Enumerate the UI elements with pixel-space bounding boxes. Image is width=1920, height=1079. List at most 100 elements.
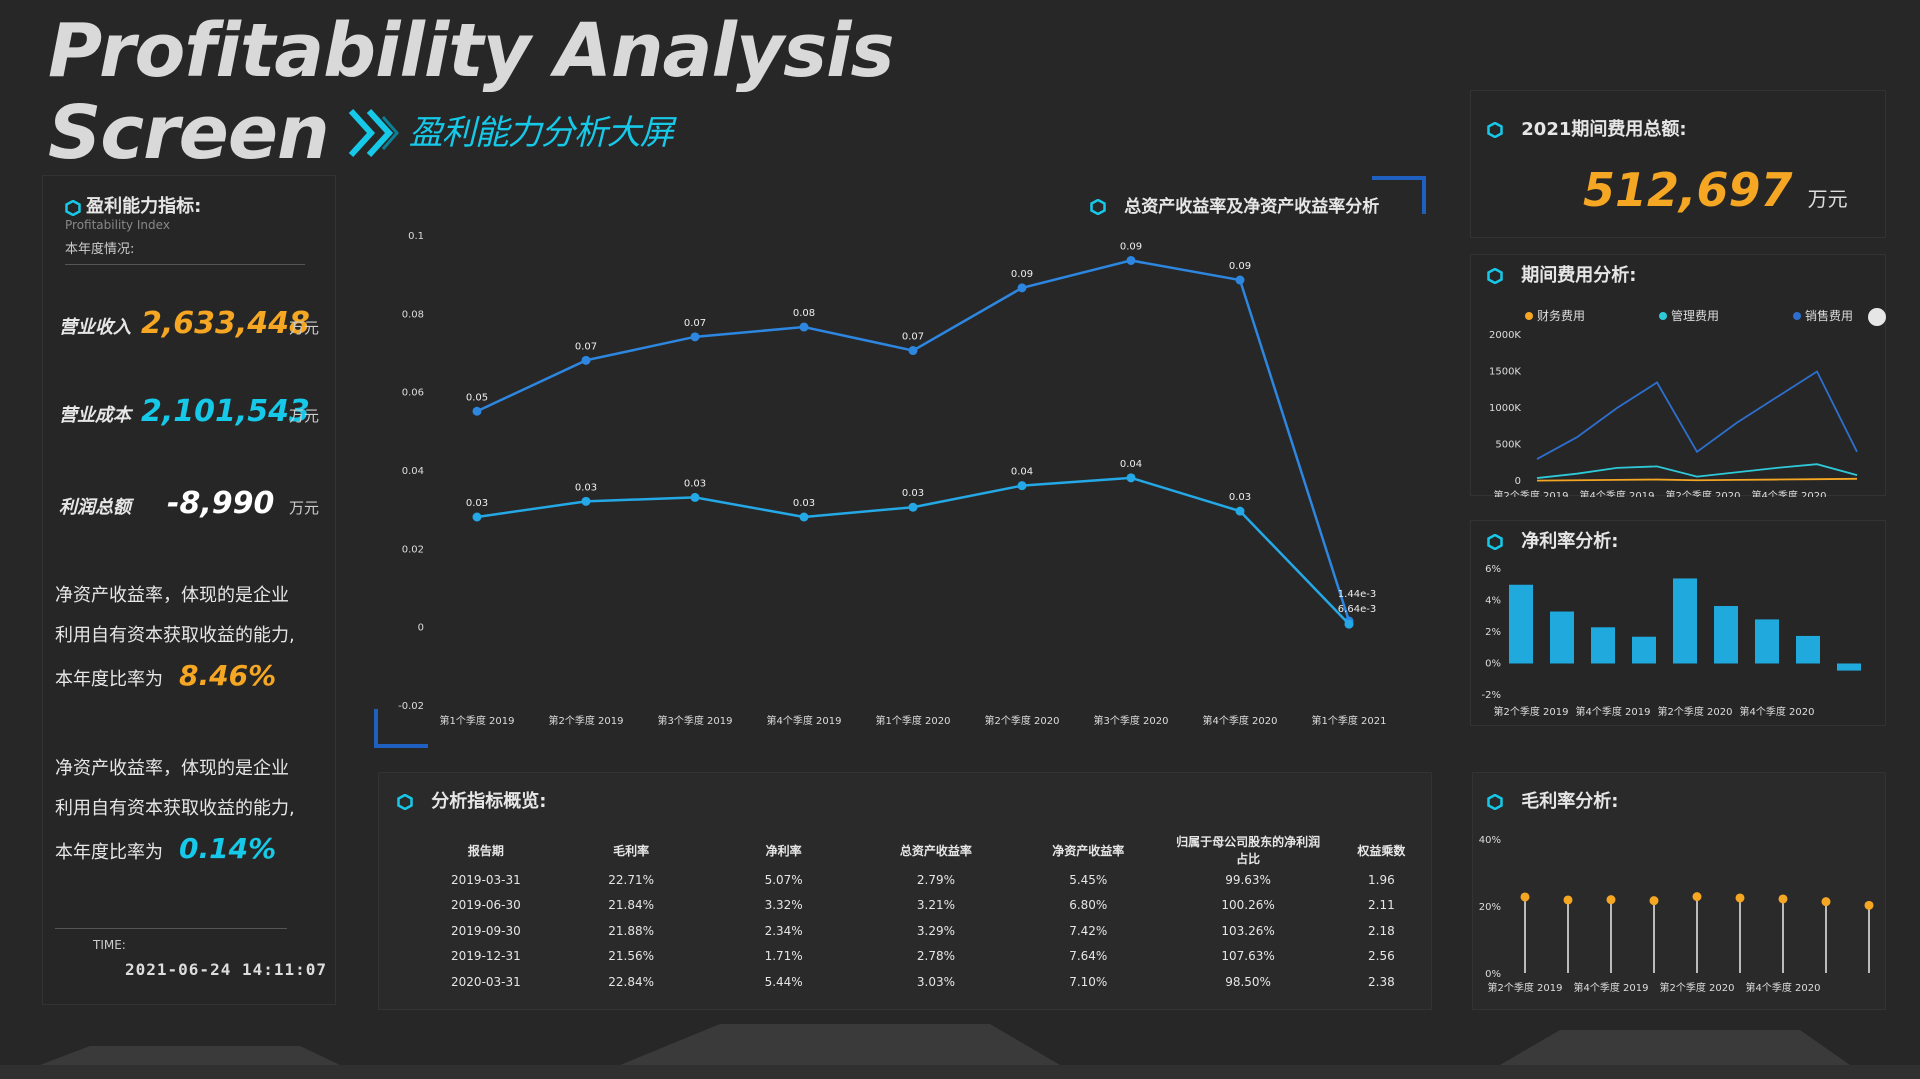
para-line: 净资产收益率，体现的是企业 (55, 758, 289, 779)
x-tick-label: 第4个季度 2019 (767, 714, 842, 727)
data-point (1344, 619, 1354, 629)
table-header-cell: 毛利率 (613, 843, 650, 858)
data-label: 0.07 (684, 318, 706, 329)
net-margin-panel: 净利率分析: 6% 4% 2% 0% -2% 第2个季度 2019 第4个季度 2019 第2… (1470, 520, 1886, 726)
data-label: 0.05 (466, 392, 488, 403)
subtitle-en: Profitability Index (65, 218, 170, 232)
table-cell: 3.21% (916, 898, 955, 913)
lollipop-point (1692, 892, 1702, 902)
data-label: 6.64e-3 (1338, 604, 1376, 615)
table-header-cell: 权益乘数 (1357, 843, 1406, 858)
divider (65, 264, 305, 265)
y-tick-label: 0% (1485, 969, 1501, 980)
bar (1796, 635, 1820, 664)
lollipop-point (1821, 897, 1831, 907)
lollipop-point (1649, 896, 1659, 906)
table-cell: 1.96 (1368, 872, 1395, 887)
hexagon-icon (397, 794, 413, 810)
x-tick-label: 第2个季度 2019 (1494, 705, 1569, 718)
panel-title: 盈利能力指标: (86, 196, 202, 217)
y-tick-label: 20% (1479, 902, 1501, 913)
table-cell: 2.79% (916, 872, 955, 887)
data-label: 0.09 (1011, 269, 1033, 280)
data-point (690, 332, 700, 342)
table-cell: 3.29% (916, 923, 955, 938)
data-label: 0.04 (1011, 467, 1033, 478)
table-cell: 21.88% (608, 923, 655, 938)
legend-label: 财务费用 (1537, 308, 1585, 323)
bar (1591, 627, 1615, 664)
hexagon-icon (1487, 122, 1503, 138)
series-line (476, 476, 1350, 626)
y-tick-label: 0.04 (402, 466, 424, 477)
table-cell: 6.80% (1069, 898, 1108, 913)
bar (1837, 663, 1861, 671)
table-cell: 5.07% (764, 872, 803, 887)
data-point (1235, 506, 1245, 516)
table-cell: 7.64% (1069, 949, 1108, 964)
legend-marker (1659, 312, 1667, 320)
metric-value: -8,990 (167, 486, 275, 521)
data-label: 0.09 (1229, 261, 1251, 272)
subtitle-cn: 本年度情况: (65, 242, 135, 257)
y-tick-label: -2% (1482, 690, 1501, 701)
total-expense-unit: 万元 (1807, 187, 1848, 211)
table-row: 2019-09-30 21.88% 2.34% 3.29% 7.42% 103.26% 2.… (417, 918, 1431, 944)
table-cell: 7.42% (1069, 923, 1108, 938)
table-cell: 2.56 (1368, 949, 1395, 964)
x-tick-label: 第1个季度 2019 (440, 714, 515, 727)
x-tick-label: 第2个季度 2019 (549, 714, 624, 727)
expense-line-chart: 财务费用 管理费用 销售费用 2000K 1500K 1000K 500K 0 第2个季度 20… (1489, 308, 1886, 497)
metric-label: 利润总额 (59, 497, 131, 518)
title-cn: 盈利能力分析大屏 (408, 113, 674, 153)
table-cell: 2.11 (1368, 898, 1395, 913)
y-tick-label: 0.02 (402, 544, 424, 555)
x-tick-label: 第1个季度 2021 (1312, 714, 1387, 727)
legend-marker (1525, 312, 1533, 320)
title-line2: Screen (48, 90, 330, 176)
table-cell: 22.71% (608, 872, 655, 887)
y-tick-label: 2000K (1489, 330, 1521, 341)
metric-unit: 万元 (289, 319, 320, 337)
table-cell: 103.26% (1221, 923, 1275, 938)
table-cell: 21.56% (608, 949, 655, 964)
table-cell: 3.32% (764, 898, 803, 913)
gross-margin-panel: 毛利率分析: 40% 20% 0% 第2个季度 2019 第4个季度 2019 第2个季度… (1472, 772, 1886, 1010)
data-label: 0.03 (793, 498, 815, 509)
page-title: Profitability Analysis Screen 盈利能力分析大屏 (48, 10, 895, 176)
table-cell: 7.10% (1069, 974, 1108, 989)
metric-unit: 万元 (289, 499, 320, 517)
roe-paragraph-2: 净资产收益率，体现的是企业 利用自有资本获取收益的能力, 本年度比率为 0.14% (55, 749, 325, 873)
y-tick-label: 0 (1515, 476, 1521, 487)
bar (1550, 611, 1574, 664)
metric-label: 营业成本 (59, 405, 131, 426)
table-header-cell: 报告期 (467, 843, 504, 858)
metric-revenue: 营业收入 2,633,448 万元 (59, 306, 319, 341)
x-tick-label: 第4个季度 2020 (1740, 705, 1815, 718)
metric-value: 2,101,543 (141, 394, 310, 429)
data-point (690, 492, 700, 502)
table-cell: 98.50% (1225, 974, 1271, 989)
data-label: 0.07 (902, 332, 924, 343)
x-tick-label: 第4个季度 2020 (1203, 714, 1278, 727)
bar (1632, 636, 1656, 664)
table-cell: 2019-06-30 (451, 898, 521, 913)
series-line (1536, 477, 1858, 482)
overview-title: 分析指标概览: (431, 791, 547, 812)
table-cell: 2019-12-31 (451, 949, 521, 964)
lollipop-point (1563, 895, 1573, 905)
bar (1755, 619, 1779, 664)
data-point (908, 346, 918, 356)
metric-value: 2,633,448 (141, 306, 310, 341)
data-point (1017, 283, 1027, 293)
table-cell: 3.03% (916, 974, 955, 989)
table-row: 2019-06-30 21.84% 3.32% 3.21% 6.80% 100.26% 2.… (417, 893, 1431, 919)
data-point (1235, 275, 1245, 285)
lollipop-point (1606, 895, 1616, 905)
table-cell: 5.44% (764, 974, 803, 989)
y-tick-label: -0.02 (398, 701, 424, 712)
table-cell: 1.71% (764, 949, 803, 964)
table-cell: 100.26% (1221, 898, 1275, 913)
y-tick-label: 0.1 (408, 231, 424, 242)
bottom-decor (0, 1024, 1920, 1079)
